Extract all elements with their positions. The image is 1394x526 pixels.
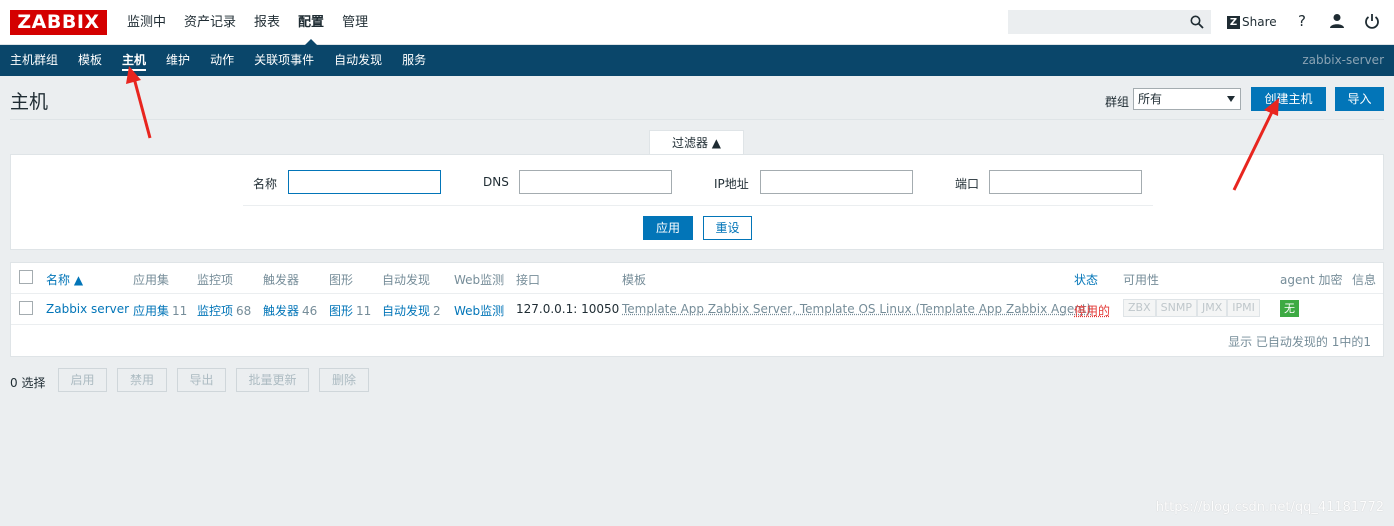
triggers-count: 46 bbox=[302, 304, 318, 318]
header-divider bbox=[10, 119, 1384, 120]
sub-nav-maintenance[interactable]: 维护 bbox=[156, 45, 200, 76]
sign-out-icon[interactable] bbox=[1364, 13, 1380, 29]
encryption-badge: 无 bbox=[1280, 300, 1299, 317]
filter-ip-label: IP地址 bbox=[714, 177, 749, 191]
search-icon[interactable] bbox=[1190, 15, 1204, 29]
row-divider-line bbox=[11, 324, 1383, 325]
discovery-count: 2 bbox=[433, 304, 441, 318]
sub-nav-event-correlation[interactable]: 关联项事件 bbox=[244, 45, 324, 76]
enable-button[interactable]: 启用 bbox=[58, 368, 107, 392]
filter-ip-input[interactable] bbox=[760, 170, 913, 194]
main-nav-inventory[interactable]: 资产记录 bbox=[175, 0, 245, 45]
graphs-count: 11 bbox=[356, 304, 372, 318]
import-button[interactable]: 导入 bbox=[1335, 87, 1384, 111]
export-button[interactable]: 导出 bbox=[177, 368, 226, 392]
sub-nav-actions[interactable]: 动作 bbox=[200, 45, 244, 76]
web-link[interactable]: Web监测 bbox=[454, 304, 504, 318]
help-icon[interactable]: ? bbox=[1293, 12, 1311, 32]
status-badge[interactable]: 停用的 bbox=[1074, 302, 1110, 319]
availability-snmp: SNMP bbox=[1155, 299, 1197, 317]
main-nav: 监测中 资产记录 报表 配置 管理 bbox=[118, 0, 377, 46]
main-nav-reports[interactable]: 报表 bbox=[245, 0, 289, 45]
top-bar: ZABBIX 监测中 资产记录 报表 配置 管理 Z Share ? bbox=[0, 0, 1394, 46]
group-label: 群组 bbox=[1105, 95, 1130, 109]
sub-nav-discovery[interactable]: 自动发现 bbox=[324, 45, 392, 76]
filter-dns-input[interactable] bbox=[519, 170, 672, 194]
filter-name-input[interactable] bbox=[288, 170, 441, 194]
col-encryption: agent 加密 bbox=[1280, 273, 1343, 287]
filter-dns-label: DNS bbox=[483, 175, 509, 189]
host-name-link[interactable]: Zabbix server bbox=[46, 302, 129, 316]
filter-port-input[interactable] bbox=[989, 170, 1142, 194]
graphs-link[interactable]: 图形 bbox=[329, 304, 353, 318]
watermark: https://blog.csdn.net/qq_41181772 bbox=[1155, 500, 1384, 515]
templates-value[interactable]: Template App Zabbix Server, Template OS … bbox=[622, 302, 1091, 316]
arrow-to-hosts-tab bbox=[126, 66, 152, 139]
col-discovery: 自动发现 bbox=[382, 273, 431, 287]
items-count: 68 bbox=[236, 304, 252, 318]
sub-nav-templates[interactable]: 模板 bbox=[68, 45, 112, 76]
col-items: 监控项 bbox=[197, 273, 234, 287]
main-nav-administration[interactable]: 管理 bbox=[333, 0, 377, 45]
header-divider-line bbox=[11, 293, 1383, 294]
group-selected-value: 所有 bbox=[1138, 92, 1163, 106]
row-checkbox[interactable] bbox=[19, 301, 33, 315]
col-triggers: 触发器 bbox=[263, 273, 300, 287]
sub-nav-hosts[interactable]: 主机 bbox=[112, 45, 156, 76]
col-interface: 接口 bbox=[516, 273, 541, 287]
filter-panel: 名称 DNS IP地址 端口 应用 重设 bbox=[10, 154, 1384, 250]
user-profile-icon[interactable] bbox=[1329, 13, 1345, 29]
availability-ipmi: IPMI bbox=[1227, 299, 1260, 317]
availability-badges: ZBX SNMP JMX IPMI bbox=[1123, 299, 1260, 317]
filter-name-label: 名称 bbox=[253, 177, 278, 191]
applications-link[interactable]: 应用集 bbox=[133, 304, 169, 318]
mass-update-button[interactable]: 批量更新 bbox=[236, 368, 309, 392]
discovery-link[interactable]: 自动发现 bbox=[382, 304, 430, 318]
page-title: 主机 bbox=[10, 91, 49, 113]
col-web: Web监测 bbox=[454, 273, 505, 287]
zabbix-logo[interactable]: ZABBIX bbox=[10, 10, 107, 35]
col-name[interactable]: 名称 ▲ bbox=[46, 271, 83, 288]
filter-reset-button[interactable]: 重设 bbox=[703, 216, 752, 240]
availability-zbx: ZBX bbox=[1123, 299, 1156, 317]
table-footer: 显示 已自动发现的 1中的1 bbox=[1228, 335, 1371, 349]
filter-divider bbox=[243, 205, 1153, 206]
applications-count: 11 bbox=[172, 304, 188, 318]
main-nav-configuration[interactable]: 配置 bbox=[289, 0, 333, 46]
col-availability: 可用性 bbox=[1123, 273, 1160, 287]
zabbix-share-icon: Z bbox=[1227, 15, 1240, 29]
chevron-down-icon bbox=[1227, 96, 1235, 102]
select-all-checkbox[interactable] bbox=[19, 270, 33, 284]
sub-nav-services[interactable]: 服务 bbox=[392, 45, 436, 76]
selected-count: 0 选择 bbox=[10, 376, 46, 390]
items-link[interactable]: 监控项 bbox=[197, 304, 233, 318]
filter-port-label: 端口 bbox=[955, 177, 980, 191]
share-label: Share bbox=[1242, 15, 1277, 29]
main-nav-monitoring[interactable]: 监测中 bbox=[118, 0, 175, 45]
interface-value: 127.0.0.1: 10050 bbox=[516, 302, 620, 316]
sub-nav-host-groups[interactable]: 主机群组 bbox=[0, 45, 68, 76]
disable-button[interactable]: 禁用 bbox=[117, 368, 167, 392]
server-name: zabbix-server bbox=[1302, 53, 1384, 67]
col-applications: 应用集 bbox=[133, 273, 170, 287]
filter-tab[interactable]: 过滤器 ▲ bbox=[649, 130, 744, 155]
col-templates: 模板 bbox=[622, 273, 647, 287]
share-link[interactable]: Z Share bbox=[1227, 13, 1277, 31]
col-graphs: 图形 bbox=[329, 273, 354, 287]
filter-apply-button[interactable]: 应用 bbox=[643, 216, 693, 240]
sub-nav: 主机群组 模板 主机 维护 动作 关联项事件 自动发现 服务 zabbix-se… bbox=[0, 45, 1394, 76]
delete-button[interactable]: 删除 bbox=[319, 368, 369, 392]
search-input[interactable] bbox=[1008, 10, 1211, 34]
create-host-button[interactable]: 创建主机 bbox=[1251, 87, 1326, 111]
col-info: 信息 bbox=[1352, 273, 1377, 287]
group-select[interactable]: 所有 bbox=[1133, 88, 1241, 110]
col-status[interactable]: 状态 bbox=[1074, 271, 1098, 288]
availability-jmx: JMX bbox=[1196, 299, 1228, 317]
triggers-link[interactable]: 触发器 bbox=[263, 304, 299, 318]
hosts-table: 名称 ▲ 应用集 监控项 触发器 图形 自动发现 Web监测 接口 模板 状态 … bbox=[10, 262, 1384, 357]
